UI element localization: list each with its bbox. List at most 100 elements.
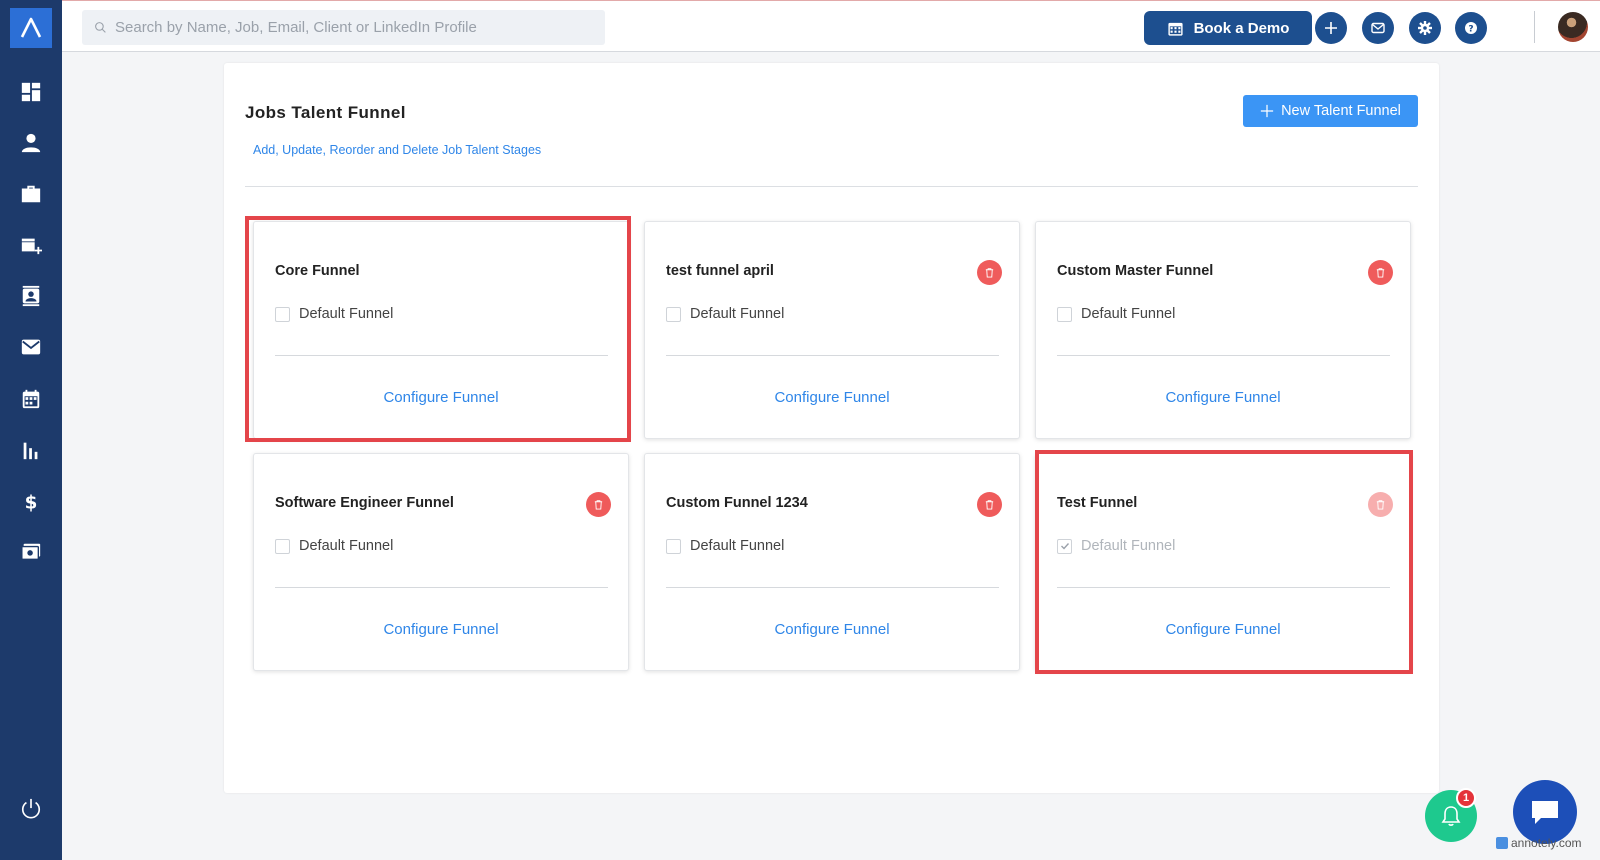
header-divider (245, 186, 1418, 187)
trash-icon (985, 500, 994, 510)
default-funnel-label: Default Funnel (690, 306, 785, 322)
configure-funnel-link[interactable]: Configure Funnel (254, 621, 628, 638)
topbar-divider (1534, 11, 1535, 43)
billing-dollar-icon[interactable]: $ (19, 489, 43, 513)
default-funnel-label: Default Funnel (690, 538, 785, 554)
settings-button[interactable] (1409, 12, 1441, 44)
plus-icon (1325, 22, 1337, 34)
gear-icon (1418, 21, 1432, 35)
card-divider (1057, 355, 1390, 356)
talent-funnel-panel: Jobs Talent Funnel Add, Update, Reorder … (224, 63, 1439, 793)
trash-icon (594, 500, 603, 510)
contacts-icon[interactable] (19, 284, 43, 308)
page-title: Jobs Talent Funnel (245, 103, 406, 122)
default-funnel-option: Default Funnel (1057, 538, 1175, 554)
funnel-name: Core Funnel (275, 263, 360, 279)
app-logo[interactable] (10, 8, 52, 48)
dashboard-icon[interactable] (19, 80, 43, 104)
trash-icon (985, 268, 994, 278)
default-funnel-option: Default Funnel (666, 538, 784, 554)
mail-icon (1371, 22, 1385, 34)
jobs-briefcase-icon[interactable] (19, 182, 43, 206)
funnel-name: Software Engineer Funnel (275, 495, 454, 511)
configure-funnel-link[interactable]: Configure Funnel (254, 389, 628, 406)
help-button[interactable]: ? (1455, 12, 1487, 44)
default-funnel-checkbox-checked (1057, 538, 1072, 554)
logo-mark-icon (20, 17, 42, 38)
funnel-card: test funnel april Default Funnel Configu… (644, 221, 1020, 439)
checkmark-icon (1060, 543, 1069, 550)
default-funnel-checkbox[interactable] (666, 306, 681, 322)
global-search[interactable] (82, 10, 605, 45)
configure-funnel-link[interactable]: Configure Funnel (645, 621, 1019, 638)
default-funnel-label: Default Funnel (299, 538, 394, 554)
page-subtitle: Add, Update, Reorder and Delete Job Tale… (253, 143, 542, 157)
chat-bubble-icon (1532, 801, 1558, 824)
configure-funnel-link[interactable]: Configure Funnel (645, 389, 1019, 406)
new-talent-funnel-label: New Talent Funnel (1281, 103, 1401, 119)
funnel-name: test funnel april (666, 263, 774, 279)
calendar-icon[interactable] (19, 387, 43, 411)
funnel-name: Custom Funnel 1234 (666, 495, 808, 511)
funnel-name: Test Funnel (1057, 495, 1138, 511)
default-funnel-option: Default Funnel (666, 306, 784, 322)
search-icon (95, 22, 106, 33)
candidates-icon[interactable] (19, 131, 43, 155)
delete-funnel-button[interactable] (977, 260, 1002, 285)
new-talent-funnel-button[interactable]: New Talent Funnel (1243, 95, 1418, 127)
reports-bar-chart-icon[interactable] (19, 438, 43, 462)
help-question-icon: ? (1465, 22, 1477, 35)
watermark: annotely.com (1496, 836, 1581, 850)
bell-icon (1441, 806, 1461, 826)
top-bar: Book a Demo ? (62, 0, 1600, 52)
funnel-card: Custom Funnel 1234 Default Funnel Config… (644, 453, 1020, 671)
trash-icon (1376, 268, 1385, 278)
configure-funnel-link[interactable]: Configure Funnel (1036, 621, 1410, 638)
delete-funnel-button[interactable] (1368, 260, 1393, 285)
funnel-name: Custom Master Funnel (1057, 263, 1214, 279)
default-funnel-checkbox[interactable] (275, 538, 290, 554)
add-button[interactable] (1315, 12, 1347, 44)
configure-funnel-link[interactable]: Configure Funnel (1036, 389, 1410, 406)
funnel-card: Core Funnel Default Funnel Configure Fun… (253, 221, 629, 439)
email-icon[interactable] (19, 335, 43, 359)
default-funnel-label: Default Funnel (1081, 306, 1176, 322)
default-funnel-checkbox[interactable] (666, 538, 681, 554)
trash-icon (1376, 500, 1385, 510)
delete-funnel-button[interactable] (977, 492, 1002, 517)
funnel-card: Custom Master Funnel Default Funnel Conf… (1035, 221, 1411, 439)
card-divider (666, 355, 999, 356)
book-demo-label: Book a Demo (1193, 19, 1290, 37)
logout-power-icon[interactable] (19, 797, 43, 821)
default-funnel-label: Default Funnel (1081, 538, 1176, 554)
default-funnel-option: Default Funnel (275, 538, 393, 554)
book-demo-button[interactable]: Book a Demo (1144, 11, 1312, 45)
svg-text:?: ? (1468, 25, 1473, 35)
svg-text:$: $ (25, 492, 38, 512)
delete-funnel-button-disabled (1368, 492, 1393, 517)
card-divider (275, 355, 608, 356)
clients-add-icon[interactable] (19, 233, 43, 257)
search-input[interactable] (115, 19, 595, 36)
default-funnel-option: Default Funnel (275, 306, 393, 322)
default-funnel-checkbox[interactable] (1057, 306, 1072, 322)
delete-funnel-button[interactable] (586, 492, 611, 517)
notification-count-badge: 1 (1456, 788, 1476, 808)
funnel-card: Test Funnel Default Funnel Configure Fun… (1035, 453, 1411, 671)
annotely-logo-icon (1496, 837, 1508, 849)
funnel-card: Software Engineer Funnel Default Funnel … (253, 453, 629, 671)
watermark-text: annotely.com (1511, 836, 1582, 850)
chat-widget-button[interactable] (1513, 780, 1577, 844)
payments-icon[interactable] (19, 540, 43, 564)
sidebar: $ (0, 0, 62, 860)
card-divider (275, 587, 608, 588)
card-divider (666, 587, 999, 588)
plus-icon (1260, 104, 1274, 118)
user-avatar[interactable] (1558, 12, 1588, 42)
default-funnel-checkbox[interactable] (275, 306, 290, 322)
default-funnel-label: Default Funnel (299, 306, 394, 322)
default-funnel-option: Default Funnel (1057, 306, 1175, 322)
calendar-icon (1167, 22, 1183, 36)
messages-button[interactable] (1362, 12, 1394, 44)
card-divider (1057, 587, 1390, 588)
